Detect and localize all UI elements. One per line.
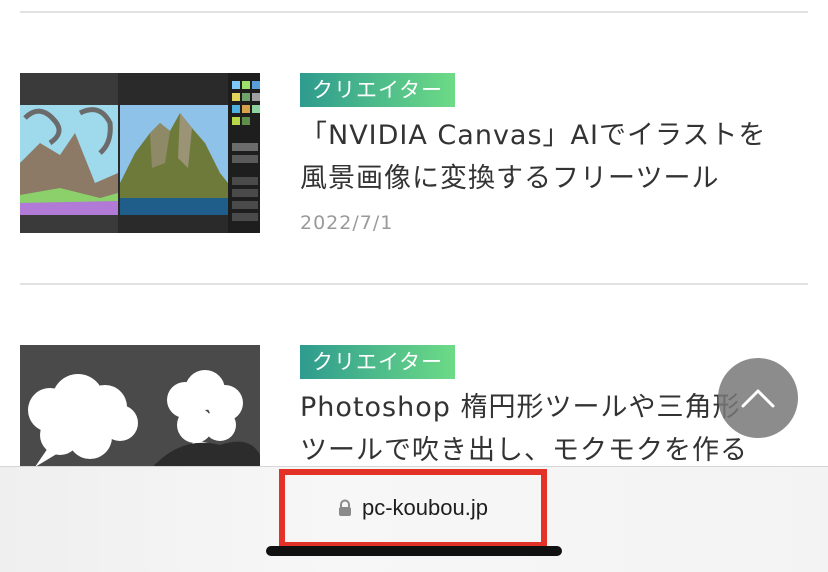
home-indicator[interactable] bbox=[266, 546, 562, 556]
top-divider bbox=[20, 11, 808, 13]
category-badge[interactable]: クリエイター bbox=[300, 345, 456, 379]
article-thumbnail[interactable] bbox=[20, 345, 260, 470]
article-title-line[interactable]: 風景画像に変換するフリーツール bbox=[300, 157, 810, 200]
category-badge[interactable]: クリエイター bbox=[300, 73, 456, 107]
article-date: 2022/7/1 bbox=[300, 212, 394, 234]
article-title-line[interactable]: 「NVIDIA Canvas」AIでイラストを bbox=[300, 114, 810, 157]
url-highlight-box bbox=[279, 469, 547, 548]
chevron-up-icon bbox=[741, 389, 775, 408]
article-title[interactable]: 「NVIDIA Canvas」AIでイラストを 風景画像に変換するフリーツール bbox=[300, 114, 810, 200]
article-divider bbox=[20, 283, 808, 285]
scroll-to-top-button[interactable] bbox=[718, 358, 798, 438]
article-thumbnail[interactable] bbox=[20, 73, 260, 233]
